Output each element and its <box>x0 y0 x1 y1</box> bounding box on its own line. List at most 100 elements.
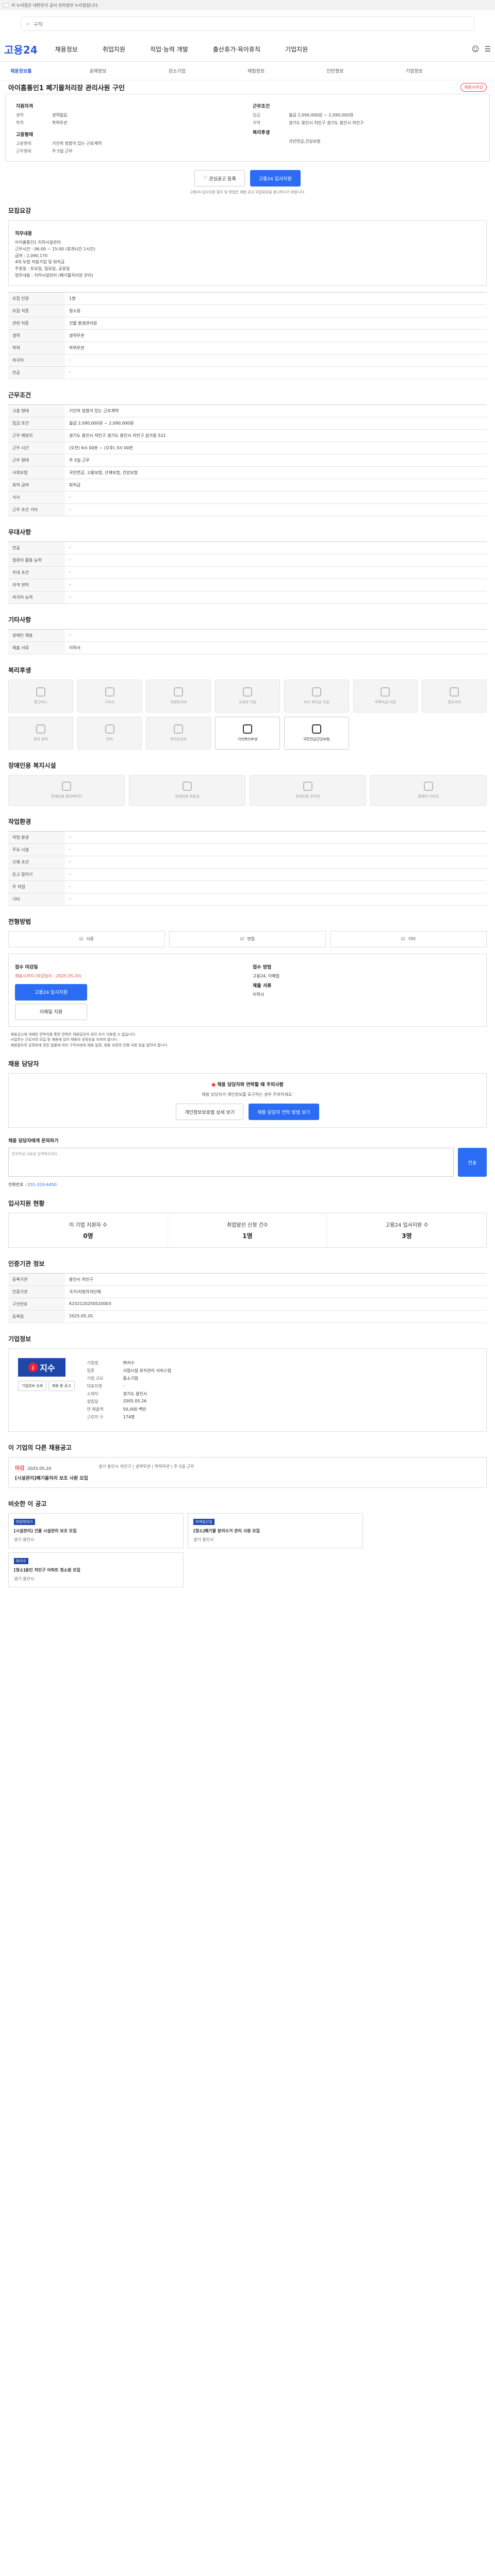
row-key: 식사 <box>8 491 65 503</box>
row-value: - <box>69 582 71 587</box>
subnav-item[interactable]: 공채정보 <box>89 67 168 74</box>
summary-row: 학력 학력무관 <box>16 120 242 126</box>
row-key: 퇴직 급여 <box>8 479 65 491</box>
nav-item[interactable]: 직업·능력 개발 <box>150 45 188 54</box>
table-row: 모집 직종 청소원 <box>8 304 487 317</box>
row-key: 관련 직종 <box>8 317 65 329</box>
method-item: ☑ 면접 <box>169 930 326 947</box>
similar-title: [청소]용인 처인구 아파트 청소원 모집 <box>14 1568 80 1573</box>
subnav-item[interactable]: 기업정보 <box>406 67 485 74</box>
section-title: 우대사항 <box>8 528 31 536</box>
contact-method-button[interactable]: 채용 담당자 연락 방법 보기 <box>249 1104 319 1121</box>
row-key: 모집 인원 <box>8 292 65 304</box>
job-date: 2025.05.20 <box>27 1466 52 1471</box>
subnav-item[interactable]: 채용정보홈 <box>10 67 89 74</box>
subnav-item[interactable]: 인턴정보 <box>326 67 405 74</box>
company-value: 50,000 백만 <box>123 1407 146 1412</box>
privacy-button[interactable]: 개인정보보호법 상세 보기 <box>176 1104 244 1121</box>
table-row: 주 작업 - <box>8 880 487 893</box>
row-key: 모집 직종 <box>8 304 65 317</box>
facility-icon <box>183 781 192 791</box>
row-value: 퇴직금 <box>69 482 81 487</box>
conditions-table: 고용 형태 기간의 정함이 있는 근로계약 임금 조건 월급 2,090,000원 ~… <box>8 404 487 516</box>
work-env-table: 작업 환경 - 주요 시설 - 신체 조건 - 듣고 말하기 - 주 작업 - 기타 - <box>8 831 487 906</box>
company-row: 소재지 경기도 용인시 <box>87 1391 477 1397</box>
method-label: 접수 방법 <box>253 964 272 970</box>
nav-item[interactable]: 채용정보 <box>55 45 78 54</box>
notice-item: · 채용절차의 공정화에 관한 법률에 따라 구직자에게 채용 일정, 채용 과… <box>8 1043 169 1047</box>
nav-item[interactable]: 기업지원 <box>285 45 308 54</box>
row-value: - <box>69 594 71 599</box>
gov-banner: 이 누리집은 대한민국 공식 전자정부 누리집입니다. <box>0 0 495 10</box>
benefit-icon <box>36 724 45 734</box>
row-value: (오전) 6시 00분 ~ (오후) 3시 00분 <box>69 445 133 450</box>
row-key: 전공 <box>8 541 65 554</box>
similar-meta: 경기 용인시 <box>193 1537 214 1543</box>
benefit-icon <box>174 687 184 697</box>
nav-item[interactable]: 취업지원 <box>103 45 125 54</box>
table-row: 주요 시설 - <box>8 843 487 856</box>
site-logo[interactable]: 고용24 <box>4 42 38 57</box>
section-title: 기타사항 <box>8 616 31 623</box>
nav-item[interactable]: 출산휴가·육아휴직 <box>213 45 260 54</box>
scrap-button[interactable]: ♡ 관심공고 등록 <box>194 170 245 187</box>
similar-job-card[interactable]: ㈜원방테크 [시설관리] 건물 시설관리 보조 모집 경기 용인시 <box>8 1513 184 1549</box>
page-title: 아이홈통인1 폐기물처리장 관리사원 구인 <box>8 84 125 92</box>
table-row: 임금 조건 월급 2,090,000원 ~ 2,090,000원 <box>8 417 487 430</box>
row-key: 듣고 말하기 <box>8 868 65 880</box>
subnav-item[interactable]: 강소기업 <box>169 67 248 74</box>
facility-icon <box>303 781 312 791</box>
user-icon[interactable]: ☺ <box>472 45 480 54</box>
row-value: 경력무관 <box>69 333 85 338</box>
stat-label: 이 기업 지원자 수 <box>69 1223 107 1229</box>
inquiry-section: 채용 담당자에게 문의하기 문의하실 내용을 입력해주세요. 전송 전화번호 :… <box>8 1137 487 1188</box>
company-button[interactable]: 채용 중 공고 <box>48 1381 75 1392</box>
deadline-badge: 채용시마감 <box>460 82 487 92</box>
apply-button[interactable]: 고용24 입사지원 <box>250 170 301 187</box>
company-row: 대표자명 - <box>87 1383 477 1389</box>
row-value: - <box>69 569 71 574</box>
summary-key: 근무형태 <box>16 149 31 154</box>
search-input[interactable]: ⌕ 구직 <box>21 16 474 31</box>
summary-value: 기간의 정함이 있는 근로계약 <box>52 141 102 146</box>
facility-label: 장애인용 엘리베이터 <box>51 794 82 799</box>
benefit-label: 국민연금건강보험 <box>303 737 330 741</box>
job-card[interactable]: 마감 2025.05.20 [시설관리]폐기물처리 보조 사원 모집 경기 용인시 처… <box>8 1457 487 1488</box>
company-badge: ㈜원방테크 <box>14 1519 35 1526</box>
row-key: 자격 면허 <box>8 579 65 591</box>
summary-row: 국민연금,건강보험 <box>253 139 479 144</box>
benefit-label: 차량유지비 <box>170 700 187 704</box>
table-row: 컴퓨터 활용 능력 - <box>8 554 487 567</box>
stats-row: 이 기업 지원자 수 0명 취업알선 신청 건수 1명 고용24 입사지원 수 3명 <box>8 1213 487 1248</box>
inquiry-textarea[interactable]: 문의하실 내용을 입력해주세요. <box>8 1148 454 1177</box>
company-key: 근로자 수 <box>87 1415 104 1420</box>
section-title: 입사지원 현황 <box>8 1200 45 1208</box>
row-value: - <box>69 506 71 512</box>
row-key: 주요 시설 <box>8 843 65 856</box>
section-title: 장애인용 복지시설 <box>8 761 56 769</box>
company-button[interactable]: 기업정보 상세 <box>18 1381 46 1392</box>
row-value: K152120250520003 <box>69 1301 111 1307</box>
email-apply-button[interactable]: 이메일 지원 <box>15 1003 87 1020</box>
similar-job-card[interactable]: ㈜제일산업 [청소]폐기물 분리수거 관리 사원 모집 경기 용인시 <box>188 1513 363 1549</box>
job-desc-line: 근무시간 : 06:00 ~ 15:00 (휴게시간 1시간) <box>15 246 95 251</box>
table-row: 학력 학력무관 <box>8 342 487 354</box>
inquiry-submit-button[interactable]: 전송 <box>458 1148 487 1177</box>
company-row: 근로자 수 174명 <box>87 1414 477 1420</box>
similar-job-card[interactable]: ㈜지수 [청소]용인 처인구 아파트 청소원 모집 경기 용인시 <box>8 1552 184 1588</box>
job-left: 마감 2025.05.20 [시설관리]폐기물처리 보조 사원 모집 <box>15 1464 88 1481</box>
company-info: 기업명 ㈜지수 업종 사업시설 유지관리 서비스업 기업 규모 중소기업 대표자명 - 소재지 경… <box>87 1358 477 1422</box>
apply-button-2[interactable]: 고용24 입사지원 <box>15 984 87 1001</box>
menu-icon[interactable]: ☰ <box>484 45 491 54</box>
row-value: - <box>69 632 71 637</box>
table-row: 퇴직 급여 퇴직금 <box>8 479 487 492</box>
subnav-item[interactable]: 체험정보 <box>248 67 326 74</box>
company-row: 설립일 2005.05.26 <box>87 1399 477 1404</box>
table-row: 자격 면허 - <box>8 579 487 591</box>
row-value: - <box>69 834 71 839</box>
company-key: 연 매출액 <box>87 1407 104 1412</box>
benefit-tile: 차량유지비 <box>146 679 211 713</box>
company-card: J 지수 기업정보 상세 채용 중 공고 기업명 ㈜지수 업종 사업시설 유지관리 서비스… <box>8 1348 487 1432</box>
benefit-label: 통근버스 <box>34 700 47 704</box>
check-icon: ☑ <box>240 937 244 942</box>
